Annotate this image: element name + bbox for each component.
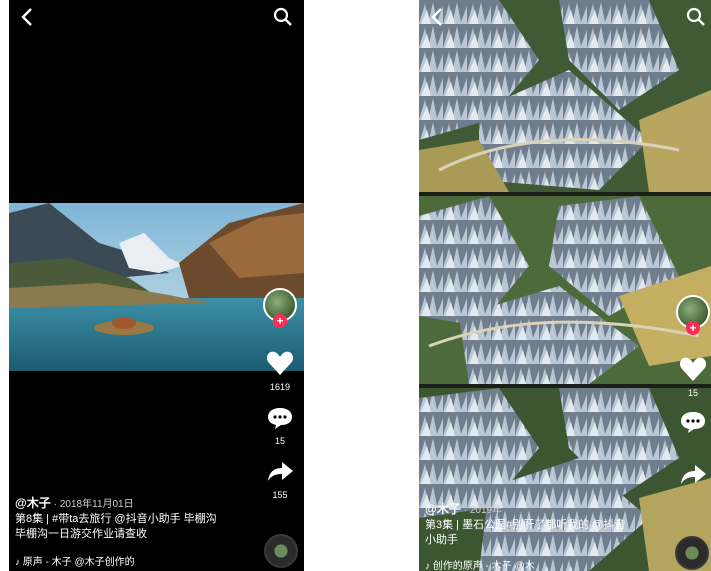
heart-icon[interactable]: [679, 356, 707, 382]
share-icon[interactable]: [679, 463, 707, 487]
caption-line-2: 小助手: [425, 534, 458, 546]
post-date: · 2019年: [463, 505, 503, 516]
follow-button[interactable]: +: [686, 321, 700, 335]
music-disc-icon[interactable]: [675, 536, 709, 570]
share-group[interactable]: [675, 463, 711, 493]
search-icon[interactable]: [685, 6, 707, 28]
back-icon[interactable]: [427, 6, 449, 28]
video-player[interactable]: [9, 203, 304, 371]
comment-count: 15: [274, 436, 285, 446]
avatar-group[interactable]: +: [262, 288, 298, 328]
music-note-icon: ♪: [15, 557, 23, 568]
share-group[interactable]: 155: [262, 460, 298, 500]
music-info[interactable]: ♪ 创作的原声 - 木子 @木: [425, 557, 535, 571]
music-disc-icon[interactable]: [264, 534, 298, 568]
like-count: 15: [687, 388, 698, 398]
caption-line-1: 第8集 | #带ta去旅行 @抖音小助手 毕棚沟: [15, 513, 217, 525]
author-avatar[interactable]: +: [263, 288, 297, 328]
video-player[interactable]: [419, 0, 711, 571]
back-icon[interactable]: [17, 6, 39, 28]
author-name[interactable]: @木子: [425, 502, 461, 516]
comment-icon[interactable]: [266, 406, 294, 430]
search-icon[interactable]: [272, 6, 294, 28]
video-caption: @木子 · 2019年 第3集 | 墨石公园#别肝了都听我的 @抖音 小助手: [425, 502, 675, 548]
music-title: 创作的原声 - 木子 @木: [432, 561, 535, 571]
caption-line-2: 毕棚沟一日游交作业请查收: [15, 528, 147, 540]
music-info[interactable]: ♪ 原声 - 木子 @木子创作的: [15, 553, 135, 568]
post-date: · 2018年11月01日: [53, 499, 134, 510]
video-screen-left: + 1619 15 155 @木子 · 2018年11月01日 第8集 | #带…: [9, 0, 304, 571]
music-note-icon: ♪: [425, 561, 433, 571]
share-icon[interactable]: [266, 460, 294, 484]
share-count: 155: [272, 490, 288, 500]
like-count: 1619: [269, 382, 291, 392]
heart-icon[interactable]: [266, 350, 294, 376]
follow-button[interactable]: +: [273, 314, 287, 328]
author-avatar[interactable]: +: [676, 295, 710, 335]
comment-group[interactable]: 15: [262, 406, 298, 446]
video-caption: @木子 · 2018年11月01日 第8集 | #带ta去旅行 @抖音小助手 毕…: [15, 496, 255, 542]
like-group[interactable]: 15: [675, 356, 711, 398]
avatar-group[interactable]: +: [675, 295, 711, 335]
comment-icon[interactable]: [679, 410, 707, 434]
caption-line-1: 第3集 | 墨石公园#别肝了都听我的 @抖音: [425, 519, 626, 531]
video-screen-right: + 15 @木子 · 2019年 第3集 | 墨石公园#别肝了都听我的 @抖音 …: [419, 0, 711, 571]
comment-group[interactable]: [675, 410, 711, 440]
author-name[interactable]: @木子: [15, 496, 51, 510]
music-title: 原声 - 木子 @木子创作的: [22, 557, 135, 568]
like-group[interactable]: 1619: [262, 350, 298, 392]
